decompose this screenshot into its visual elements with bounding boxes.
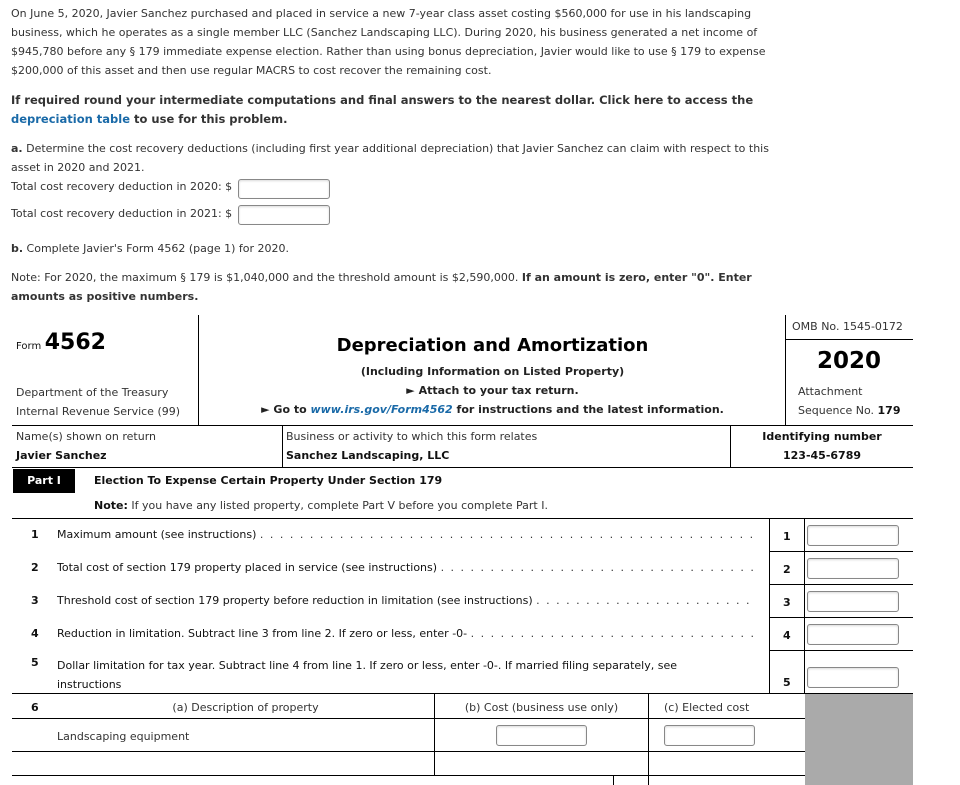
line-box-number: 3 (783, 596, 791, 609)
dot-leader: . . . . . . . . . . . . . . . . . . . . … (440, 561, 757, 574)
intro-line: $945,780 before any § 179 immediate expe… (11, 45, 766, 58)
department-name: Department of the Treasury (16, 386, 169, 399)
form-title: Depreciation and Amortization (336, 335, 649, 356)
part-b-prefix: b. (11, 242, 24, 255)
id-label: Identifying number (762, 430, 882, 443)
line-text-cont: instructions (57, 678, 122, 691)
sequence-label: Sequence No. (798, 404, 878, 417)
property-cost-input[interactable] (496, 725, 587, 746)
line-number: 3 (31, 594, 39, 607)
part-a-question: Determine the cost recovery deductions (… (22, 142, 769, 155)
line-number: 4 (31, 627, 39, 640)
line-1-input[interactable] (807, 525, 899, 546)
goto-prefix: ► Go to (261, 403, 311, 416)
attach-instruction: ► Attach to your tax return. (406, 384, 579, 397)
line-number: 5 (31, 656, 39, 669)
rounding-instruction: If required round your intermediate comp… (11, 93, 754, 107)
property-description: Landscaping equipment (57, 730, 190, 743)
col-elected-header: (c) Elected cost (664, 701, 750, 714)
line-text: Threshold cost of section 179 property b… (57, 594, 533, 607)
line-text: Dollar limitation for tax year. Subtract… (57, 659, 677, 672)
note-text: Note: For 2020, the maximum § 179 is $1,… (11, 271, 522, 284)
part-i-title: Election To Expense Certain Property Und… (94, 474, 443, 487)
shaded-area (805, 694, 913, 785)
form-subtitle: (Including Information on Listed Propert… (360, 365, 625, 378)
form-label: Form (16, 341, 42, 352)
part-a-prefix: a. (11, 142, 23, 155)
note-bold: If an amount is zero, enter "0". Enter (521, 271, 752, 284)
irs-name: Internal Revenue Service (99) (16, 405, 181, 418)
part-i-note-label: Note: (94, 499, 128, 512)
line-number: 2 (31, 561, 39, 574)
line-text: Total cost of section 179 property place… (57, 561, 438, 574)
part-a-question-cont: asset in 2020 and 2021. (11, 161, 145, 174)
part-i-note: If you have any listed property, complet… (127, 499, 548, 512)
business-label: Business or activity to which this form … (286, 430, 538, 443)
dot-leader: . . . . . . . . . . . . . . . . . . . . … (536, 594, 757, 607)
names-label: Name(s) shown on return (16, 430, 156, 443)
goto-suffix: for instructions and the latest informat… (452, 403, 724, 416)
tax-year: 2020 (816, 348, 881, 374)
id-number: 123-45-6789 (782, 449, 861, 462)
part-b-instruction: Complete Javier's Form 4562 (page 1) for… (23, 242, 290, 255)
taxpayer-name: Javier Sanchez (16, 449, 107, 462)
col-description-header: (a) Description of property (172, 701, 319, 714)
col-cost-header: (b) Cost (business use only) (464, 701, 619, 714)
elected-cost-input[interactable] (664, 725, 755, 746)
line-box-number: 5 (783, 676, 791, 689)
line-number: 6 (31, 701, 39, 714)
irs-form-link[interactable]: www.irs.gov/Form4562 (310, 403, 452, 416)
line-2-input[interactable] (807, 558, 899, 579)
line-text: Maximum amount (see instructions) (57, 528, 257, 541)
deduction-2021-input[interactable] (238, 205, 330, 225)
business-name: Sanchez Landscaping, LLC (286, 449, 450, 462)
line-3-input[interactable] (807, 591, 899, 612)
dot-leader: . . . . . . . . . . . . . . . . . . . . … (470, 627, 757, 640)
deduction-2021-label: Total cost recovery deduction in 2021: $ (11, 207, 233, 220)
part-i-badge: Part I (13, 469, 75, 493)
intro-line: $200,000 of this asset and then use regu… (11, 64, 492, 77)
intro-line: On June 5, 2020, Javier Sanchez purchase… (11, 7, 752, 20)
dot-leader: . . . . . . . . . . . . . . . . . . . . … (259, 528, 757, 541)
attachment-label: Attachment (798, 385, 863, 398)
line-text: Reduction in limitation. Subtract line 3… (57, 627, 468, 640)
sequence-number: 179 (877, 404, 901, 417)
line-box-number: 1 (783, 530, 791, 543)
deduction-2020-input[interactable] (238, 179, 330, 199)
line-box-number: 4 (783, 629, 791, 642)
line-number: 1 (31, 528, 39, 541)
omb-number: OMB No. 1545-0172 (792, 320, 903, 333)
deduction-2020-label: Total cost recovery deduction in 2020: $ (11, 180, 233, 193)
note-bold-cont: amounts as positive numbers. (11, 290, 199, 303)
line-box-number: 2 (783, 563, 791, 576)
form-number: 4562 (44, 330, 106, 355)
rounding-instruction-rest: to use for this problem. (130, 112, 288, 126)
line-5-input[interactable] (807, 667, 899, 688)
intro-line: business, which he operates as a single … (11, 26, 758, 39)
depreciation-table-link[interactable]: depreciation table (11, 112, 130, 126)
line-4-input[interactable] (807, 624, 899, 645)
